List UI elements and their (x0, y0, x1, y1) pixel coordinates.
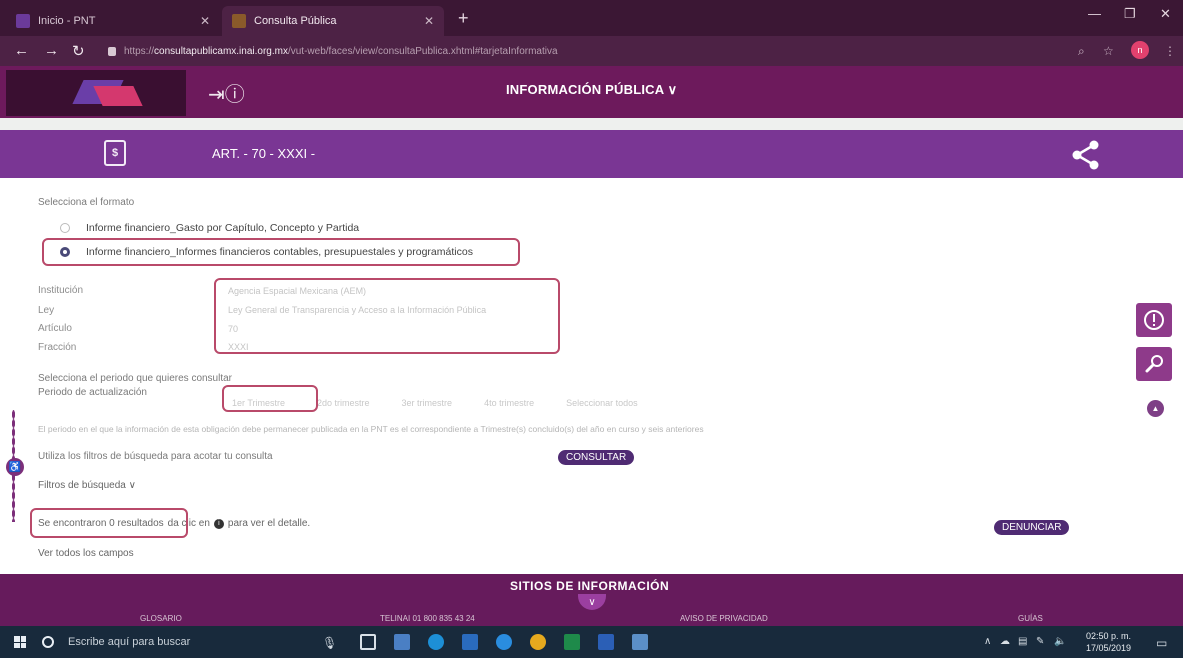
notifications-icon[interactable]: ▭ (1156, 636, 1167, 650)
login-icon[interactable]: ⇥ⓘ (208, 78, 245, 107)
bookmark-star-icon[interactable]: ☆ (1103, 44, 1114, 58)
file-explorer-icon[interactable] (394, 634, 410, 650)
chevron-down-icon[interactable]: ∨ (578, 594, 606, 610)
menu-dots-icon[interactable]: ⋮ (1164, 44, 1176, 58)
period-option-all[interactable]: Seleccionar todos (566, 398, 638, 408)
period-option-4[interactable]: 4to trimestre (484, 398, 534, 408)
clock-date: 17/05/2019 (1086, 643, 1132, 653)
app-icon[interactable] (632, 634, 648, 650)
pnt-logo[interactable] (6, 70, 186, 116)
highlight-results (30, 508, 188, 538)
document-money-icon: $ (104, 140, 126, 166)
field-label-institucion: Institución (38, 285, 84, 296)
profile-avatar[interactable]: n (1131, 41, 1149, 59)
site-header: ⇥ⓘ INFORMACIÓN PÚBLICA ∨ (0, 66, 1183, 118)
pnt-favicon-icon (16, 14, 30, 28)
maximize-icon[interactable]: ❐ (1124, 6, 1136, 22)
outlook-icon[interactable] (462, 634, 478, 650)
footer-guias[interactable]: GUÍAS (1018, 614, 1043, 623)
header-separator (0, 118, 1183, 130)
address-bar: ← → ↻ https:// consultapublicamx.inai.or… (0, 36, 1183, 66)
zoom-icon[interactable]: ⌕ (1078, 44, 1085, 59)
windows-start-icon[interactable] (14, 636, 26, 648)
url-prefix: https:// (124, 45, 155, 57)
new-tab-icon[interactable]: + (458, 8, 469, 29)
informacion-publica-menu[interactable]: INFORMACIÓN PÚBLICA ∨ (506, 82, 677, 98)
highlight-format (42, 238, 520, 266)
period-option-3[interactable]: 3er trimestre (402, 398, 453, 408)
taskbar-search[interactable]: Escribe aquí para buscar (42, 631, 294, 653)
footer-aviso-privacidad[interactable]: AVISO DE PRIVACIDAD (680, 614, 768, 623)
tray-chevron-icon[interactable]: ∧ (984, 636, 991, 647)
highlight-fields (214, 278, 560, 354)
period-label: Periodo de actualización (38, 387, 147, 398)
url-path: /vut-web/faces/view/consultaPublica.xhtm… (287, 45, 558, 57)
share-icon[interactable] (1070, 140, 1102, 170)
tab-inicio[interactable]: Inicio - PNT ✕ (6, 6, 220, 36)
alert-button[interactable] (1136, 303, 1172, 337)
search-filters-toggle[interactable]: Filtros de búsqueda ∨ (38, 480, 136, 491)
info-icon[interactable]: i (213, 518, 224, 529)
clock[interactable]: 02:50 p. m. 17/05/2019 (1086, 630, 1131, 654)
wrench-icon (1145, 355, 1163, 373)
taskbar-search-placeholder: Escribe aquí para buscar (68, 636, 191, 648)
denunciar-button[interactable]: DENUNCIAR (994, 520, 1070, 535)
article-bar: $ ART. - 70 - XXXI - (0, 130, 1183, 178)
onedrive-icon[interactable]: ☁ (1000, 636, 1010, 647)
windows-taskbar: Escribe aquí para buscar 🎙 ∧ ☁ ▤ ✎ 🔈 02:… (0, 626, 1183, 658)
view-all-fields-link[interactable]: Ver todos los campos (38, 548, 134, 559)
footer: SITIOS DE INFORMACIÓN ∨ GLOSARIO TELINAI… (0, 574, 1183, 626)
footer-title: SITIOS DE INFORMACIÓN (510, 579, 670, 593)
clock-time: 02:50 p. m. (1086, 631, 1132, 641)
period-note: El periodo en el que la información de e… (38, 424, 704, 434)
chrome-icon[interactable] (530, 634, 546, 650)
article-title: ART. - 70 - XXXI - (212, 146, 316, 161)
window-close-icon[interactable]: ✕ (1160, 6, 1171, 22)
scroll-top-icon[interactable]: ▲ (1147, 400, 1164, 417)
accessibility-icon[interactable]: ♿ (6, 458, 24, 476)
lock-icon (108, 46, 116, 56)
pen-icon[interactable]: ✎ (1036, 636, 1044, 647)
alert-icon (1144, 310, 1164, 330)
tab-consulta-publica[interactable]: Consulta Pública ✕ (222, 6, 444, 36)
format-label: Selecciona el formato (38, 197, 135, 208)
format-option-gasto[interactable]: Informe financiero_Gasto por Capítulo, C… (60, 222, 359, 234)
url-domain: consultapublicamx.inai.org.mx (154, 45, 288, 57)
field-label-articulo: Artículo (38, 323, 72, 334)
microphone-icon[interactable]: 🎙 (322, 636, 337, 650)
reload-icon[interactable]: ↻ (72, 42, 85, 60)
consultar-button[interactable]: CONSULTAR (558, 450, 635, 465)
field-label-ley: Ley (38, 305, 55, 316)
filter-hint: Utiliza los filtros de búsqueda para aco… (38, 451, 273, 462)
network-icon[interactable]: ▤ (1018, 636, 1027, 647)
inai-favicon-icon (232, 14, 246, 28)
url-field[interactable]: https:// consultapublicamx.inai.org.mx /… (108, 40, 1078, 62)
format-option-label: Informe financiero_Gasto por Capítulo, C… (86, 222, 360, 234)
excel-icon[interactable] (564, 634, 580, 650)
results-detail-2: para ver el detalle. (227, 518, 311, 529)
tab-label: Consulta Pública (254, 15, 337, 27)
minimize-icon[interactable]: — (1088, 6, 1101, 21)
period-prompt: Selecciona el periodo que quieres consul… (38, 373, 233, 384)
footer-glosario[interactable]: GLOSARIO (140, 614, 182, 623)
tab-label: Inicio - PNT (38, 15, 96, 27)
radio-unchecked[interactable] (60, 223, 70, 233)
internet-explorer-icon[interactable] (496, 634, 512, 650)
volume-icon[interactable]: 🔈 (1054, 636, 1066, 647)
skype-icon[interactable] (428, 634, 444, 650)
accessibility-widget[interactable]: ♿ (6, 410, 24, 522)
task-view-icon[interactable] (360, 634, 376, 650)
cortana-icon (42, 636, 54, 648)
footer-telinai[interactable]: TELINAI 01 800 835 43 24 (380, 614, 475, 623)
word-icon[interactable] (598, 634, 614, 650)
browser-tab-strip: Inicio - PNT ✕ Consulta Pública ✕ + — ❐ … (0, 0, 1183, 36)
tools-button[interactable] (1136, 347, 1172, 381)
back-arrow-icon[interactable]: ← (14, 42, 29, 59)
close-icon[interactable]: ✕ (424, 14, 434, 28)
period-option-2[interactable]: 2do trimestre (317, 398, 370, 408)
forward-arrow-icon[interactable]: → (44, 42, 59, 59)
close-icon[interactable]: ✕ (200, 14, 210, 28)
field-label-fraccion: Fracción (38, 342, 77, 353)
highlight-period (222, 385, 318, 412)
